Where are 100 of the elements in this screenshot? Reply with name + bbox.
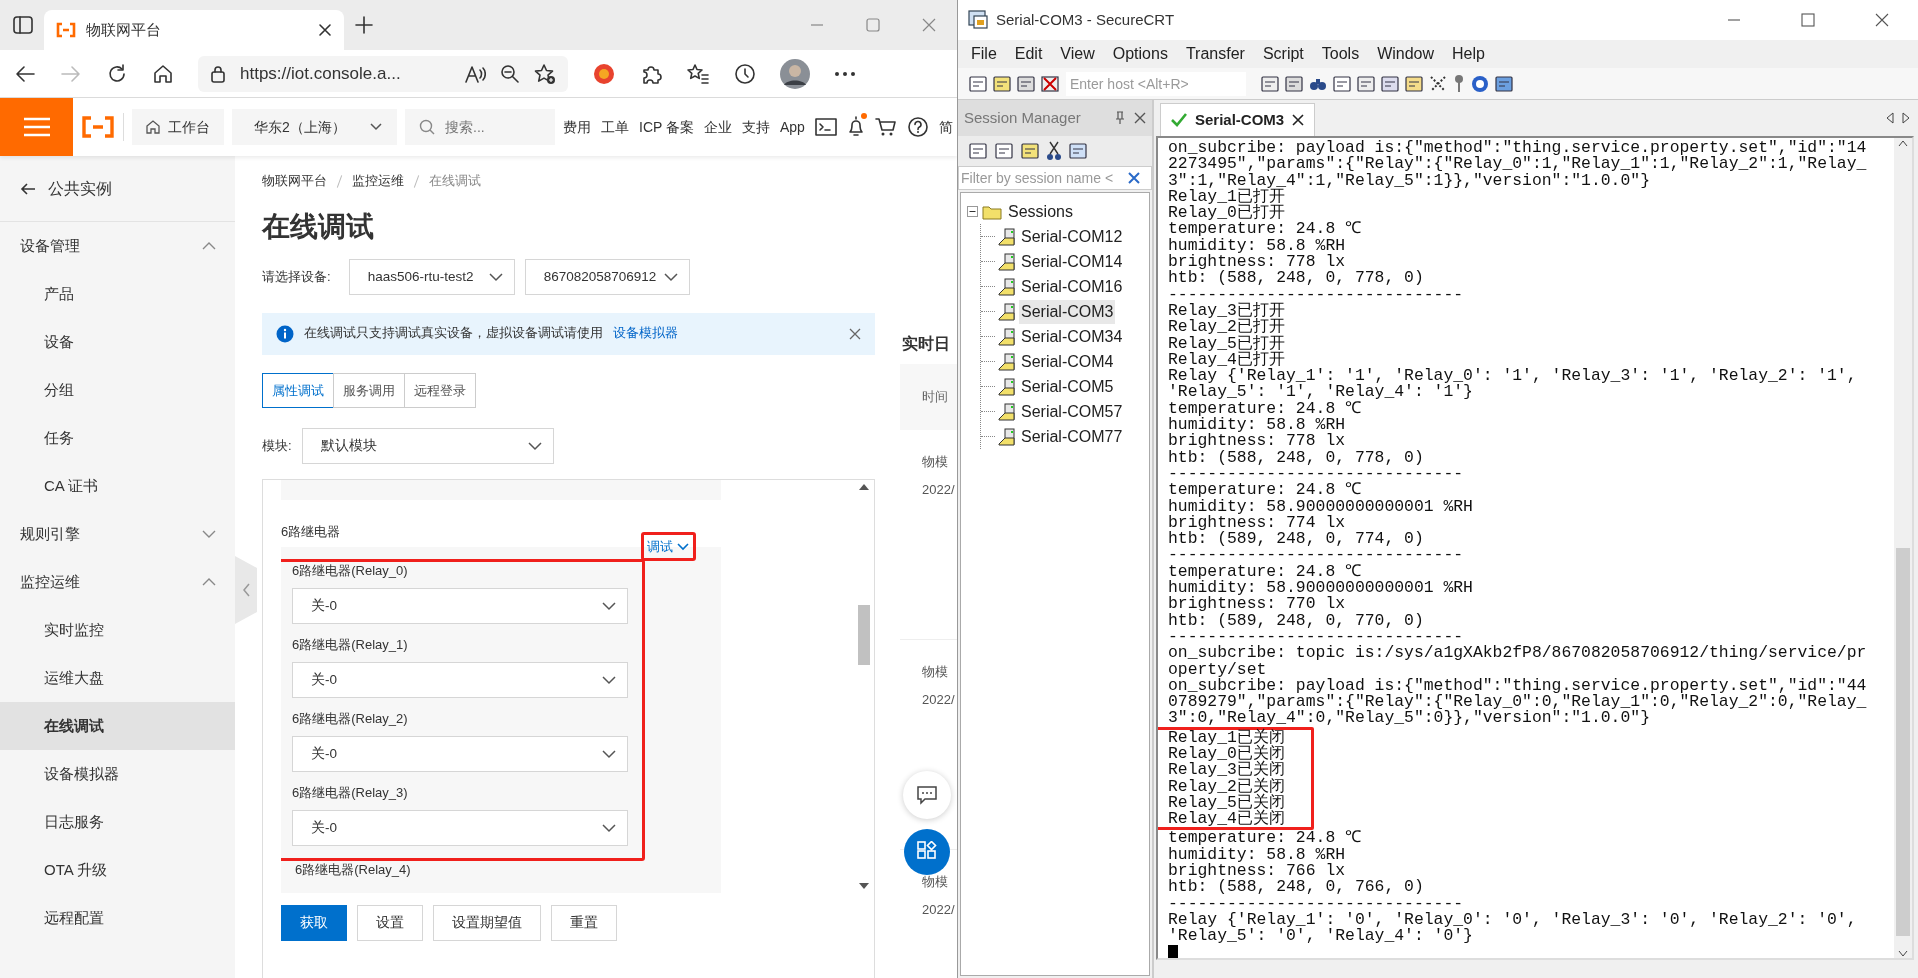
cart-icon[interactable]	[874, 117, 897, 137]
breadcrumb-link[interactable]: 监控运维	[352, 172, 404, 191]
quick-connect-icon[interactable]	[994, 141, 1014, 161]
print-setup-icon[interactable]	[1332, 73, 1352, 94]
close-icon[interactable]	[318, 23, 332, 37]
menu-item[interactable]: Options	[1103, 42, 1177, 66]
search-box[interactable]: 搜索...	[405, 109, 555, 145]
sidebar-group[interactable]: 规则引擎	[0, 510, 235, 558]
sidebar-item[interactable]: 产品	[0, 270, 235, 318]
tab-actions-icon[interactable]	[12, 14, 34, 36]
tab[interactable]: 服务调用	[333, 372, 405, 408]
host-field[interactable]: Enter host <Alt+R>	[1066, 71, 1246, 96]
pin-icon[interactable]	[1114, 111, 1126, 125]
menu-button[interactable]	[0, 98, 73, 156]
search-field[interactable]: 搜索...	[443, 115, 543, 139]
copy-icon[interactable]	[1260, 73, 1280, 94]
tab[interactable]: 属性调试	[262, 372, 334, 408]
primary-button[interactable]: 获取	[281, 904, 347, 941]
clear-icon[interactable]	[1127, 171, 1141, 185]
language-link[interactable]: 简	[938, 116, 953, 138]
new-session-icon[interactable]	[1020, 141, 1040, 161]
value-select[interactable]: 关-0	[292, 587, 628, 624]
browser-tab[interactable]: 物联网平台	[44, 10, 344, 50]
header-link[interactable]: 费用	[563, 116, 591, 138]
value-select[interactable]: 关-0	[292, 735, 628, 772]
sidebar-item[interactable]: 设备模拟器	[0, 750, 235, 798]
sidebar-item[interactable]: 运维大盘	[0, 654, 235, 702]
read-aloud-icon[interactable]	[464, 63, 486, 84]
value-select[interactable]: 关-0	[292, 661, 628, 698]
terminal-icon[interactable]	[814, 117, 837, 137]
breadcrumb-link[interactable]: 物联网平台	[262, 172, 327, 191]
sidebar-group[interactable]: 监控运维	[0, 558, 235, 606]
device-select[interactable]: 867082058706912	[524, 258, 690, 295]
sidebar-item[interactable]: 远程配置	[0, 894, 235, 942]
scroll-up-icon[interactable]	[859, 483, 869, 490]
scrollbar[interactable]	[858, 604, 870, 665]
sidebar-group[interactable]: 设备管理	[0, 222, 235, 270]
sftp-icon[interactable]	[1494, 73, 1514, 94]
action-button[interactable]: 重置	[551, 904, 617, 941]
session-list-icon[interactable]	[968, 73, 988, 94]
tree-item[interactable]: Serial-COM12	[1019, 224, 1125, 249]
menu-item[interactable]: Help	[1443, 42, 1494, 66]
new-tab-icon[interactable]	[354, 15, 374, 35]
menu-item[interactable]: Tools	[1312, 42, 1369, 66]
connect-icon[interactable]	[968, 141, 988, 161]
key-icon[interactable]	[1452, 73, 1466, 94]
cut-icon[interactable]	[1046, 141, 1062, 161]
collapse-handle[interactable]	[235, 556, 257, 624]
tree-item[interactable]: Sessions	[1006, 199, 1075, 224]
connect-icon[interactable]	[992, 73, 1012, 94]
close-icon[interactable]	[1874, 12, 1890, 28]
tree-item[interactable]: Serial-COM77	[1019, 424, 1125, 449]
favorite-add-icon[interactable]	[534, 62, 556, 85]
sidebar-item[interactable]: CA 证书	[0, 462, 235, 510]
action-button[interactable]: 设置	[357, 904, 423, 941]
print-icon[interactable]	[1380, 73, 1400, 94]
simulator-link[interactable]: 设备模拟器	[613, 324, 678, 344]
tree-item[interactable]: Serial-COM14	[1019, 249, 1125, 274]
help-icon[interactable]	[906, 116, 929, 138]
tab[interactable]: 远程登录	[404, 372, 476, 408]
action-button[interactable]: 设置期望值	[433, 904, 541, 941]
disconnect-icon[interactable]	[1040, 73, 1060, 94]
paste-icon[interactable]	[1284, 73, 1304, 94]
avatar[interactable]	[780, 58, 810, 89]
tab-right-icon[interactable]	[1902, 112, 1910, 124]
sidebar-item[interactable]: OTA 升级	[0, 846, 235, 894]
scroll-up-icon[interactable]	[1898, 140, 1908, 146]
zoom-out-icon[interactable]	[500, 63, 520, 84]
menu-item[interactable]: View	[1051, 42, 1104, 66]
tree-item[interactable]: Serial-COM16	[1019, 274, 1125, 299]
debug-dropdown[interactable]: 调试	[641, 531, 696, 562]
collapse-icon[interactable]	[967, 206, 978, 217]
menu-item[interactable]: File	[962, 42, 1006, 66]
extension-badge-icon[interactable]	[592, 61, 616, 86]
filter-box[interactable]: Filter by session name <	[958, 166, 1152, 190]
maximize-icon[interactable]	[1800, 12, 1816, 28]
sidebar-item[interactable]: 设备	[0, 318, 235, 366]
history-icon[interactable]	[734, 62, 756, 85]
sidebar-item[interactable]: 日志服务	[0, 798, 235, 846]
tree-item[interactable]: Serial-COM4	[1019, 349, 1116, 374]
value-select[interactable]: 关-0	[292, 809, 628, 846]
sidebar-item[interactable]: 任务	[0, 414, 235, 462]
apps-button[interactable]	[904, 829, 950, 875]
menu-item[interactable]: Window	[1368, 42, 1444, 66]
more-icon[interactable]	[834, 70, 856, 77]
session-tab[interactable]: Serial-COM3	[1160, 103, 1316, 136]
tree-item[interactable]: Serial-COM3	[1019, 299, 1116, 324]
region-select[interactable]: 华东2（上海）	[232, 109, 397, 145]
help-icon[interactable]	[1470, 73, 1490, 94]
menu-item[interactable]: Edit	[1005, 42, 1052, 66]
tree-item[interactable]: Serial-COM5	[1019, 374, 1116, 399]
reload-icon[interactable]	[106, 62, 128, 85]
module-select[interactable]: 默认模块	[301, 427, 554, 464]
bell-icon[interactable]	[846, 116, 865, 138]
session-options-icon[interactable]	[1404, 73, 1424, 94]
reconnect-icon[interactable]	[1016, 73, 1036, 94]
menu-item[interactable]: Transfer	[1176, 42, 1254, 66]
header-link[interactable]: 支持	[742, 116, 770, 138]
tree-item[interactable]: Serial-COM34	[1019, 324, 1125, 349]
workbench-button[interactable]: 工作台	[132, 109, 224, 145]
